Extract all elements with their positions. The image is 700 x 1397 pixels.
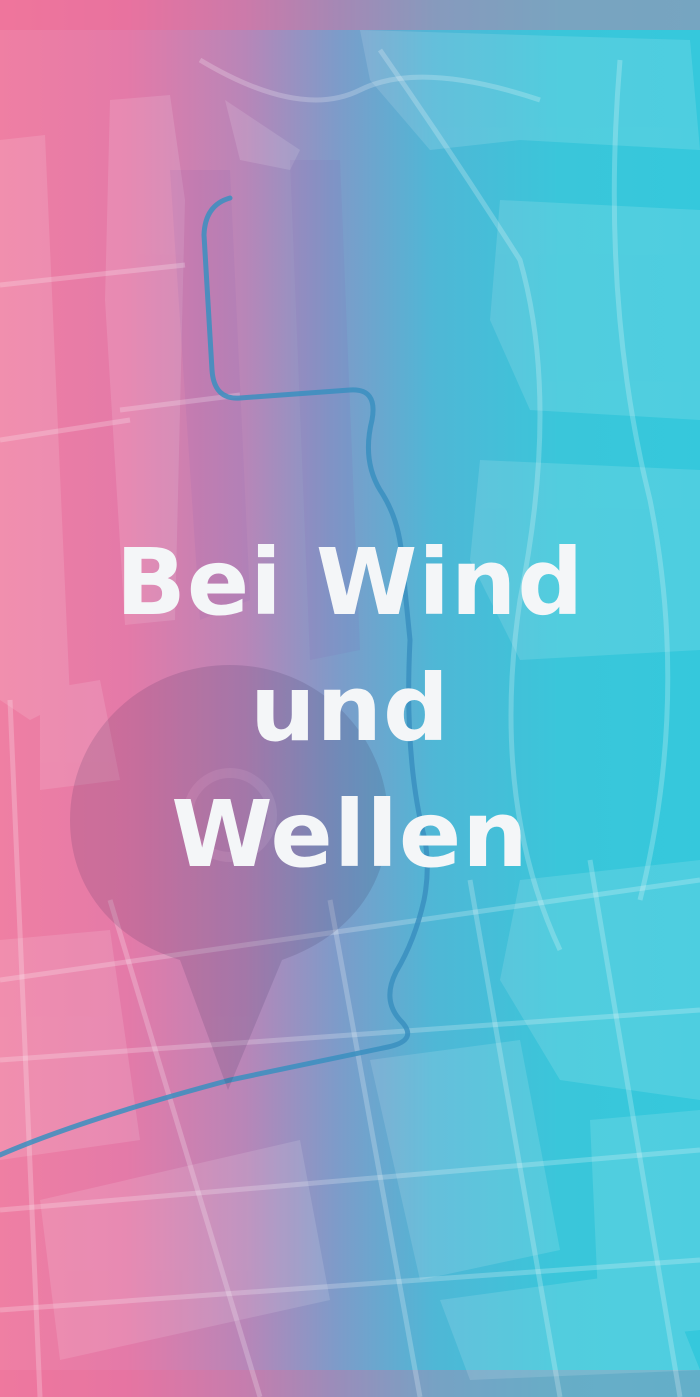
title-line-2: und: [250, 655, 450, 762]
splash-screen: Bei Wind und Wellen: [0, 0, 700, 1397]
top-accent-bar: [0, 0, 700, 30]
title-line-1: Bei Wind: [115, 529, 585, 636]
title-line-3: Wellen: [171, 781, 529, 888]
splash-title: Bei Wind und Wellen: [0, 520, 700, 898]
